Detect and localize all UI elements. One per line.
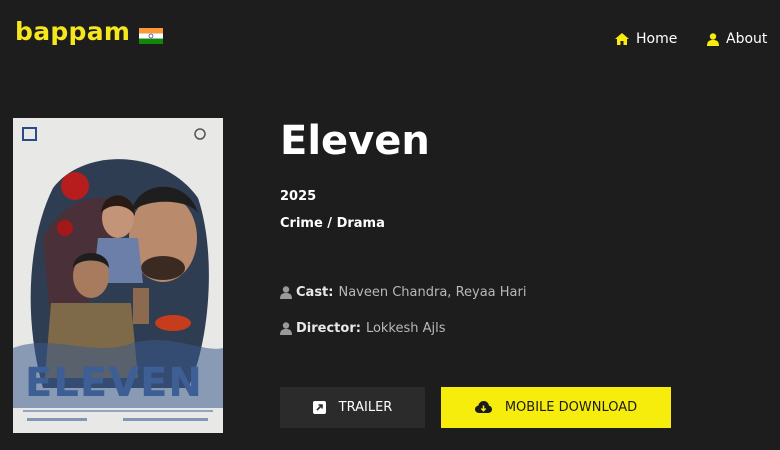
- poster-artwork: ELEVEN: [13, 118, 223, 433]
- movie-genre: Crime / Drama: [280, 216, 385, 231]
- site-logo[interactable]: bappam: [15, 17, 130, 46]
- site-header: bappam Home About: [0, 0, 780, 78]
- user-icon: [280, 322, 292, 335]
- mobile-download-label: MOBILE DOWNLOAD: [504, 400, 638, 415]
- mobile-download-button[interactable]: MOBILE DOWNLOAD: [441, 387, 671, 428]
- user-icon: [280, 286, 292, 299]
- home-icon: [615, 33, 629, 45]
- cloud-download-icon: [474, 401, 492, 414]
- movie-title: Eleven: [280, 118, 430, 164]
- nav-about-link[interactable]: About: [707, 31, 767, 47]
- nav-home-link[interactable]: Home: [615, 31, 677, 47]
- trailer-button[interactable]: TRAILER: [280, 387, 425, 428]
- cast-value: Naveen Chandra, Reyaa Hari: [338, 285, 527, 300]
- external-link-icon: [312, 401, 326, 414]
- director-value: Lokkesh Ajls: [365, 321, 446, 336]
- director-row: Director: Lokkesh Ajls: [280, 321, 446, 336]
- movie-poster[interactable]: ELEVEN: [13, 118, 223, 433]
- nav-about-label: About: [726, 31, 768, 47]
- movie-year: 2025: [280, 189, 317, 204]
- cast-label: Cast:: [296, 285, 334, 300]
- director-label: Director:: [296, 321, 361, 336]
- cast-row: Cast: Naveen Chandra, Reyaa Hari: [280, 285, 526, 300]
- nav-home-label: Home: [636, 31, 678, 47]
- trailer-label: TRAILER: [338, 400, 393, 415]
- india-flag-icon: [139, 28, 163, 44]
- user-icon: [707, 32, 719, 46]
- poster-title: ELEVEN: [25, 360, 203, 406]
